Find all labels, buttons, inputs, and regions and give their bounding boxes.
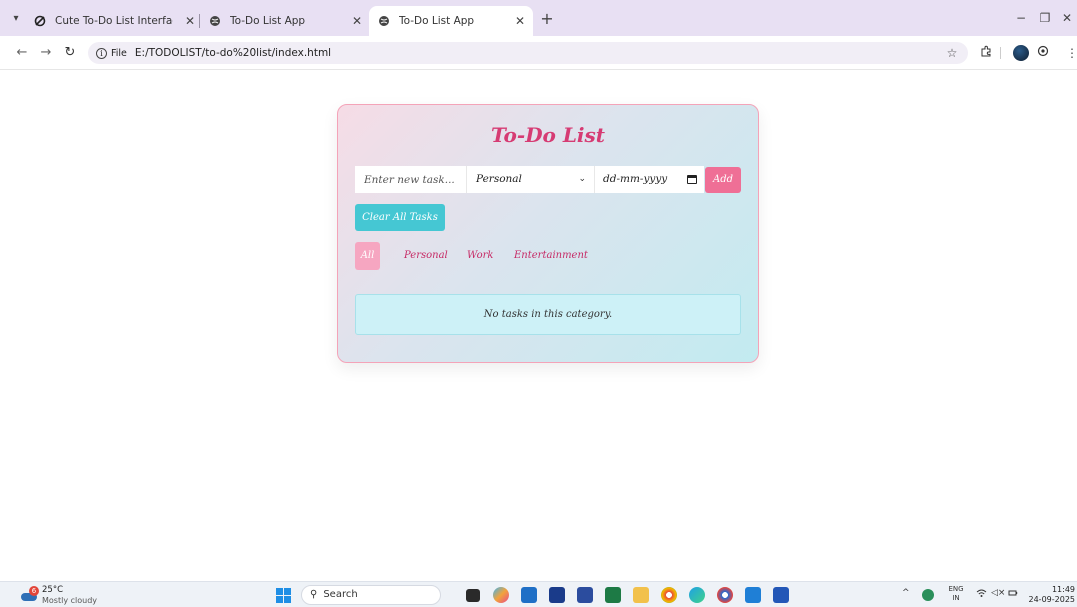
browser-tab-bar: ▾ Cute To-Do List Interface Desig ✕ To-D… xyxy=(0,0,1077,36)
forward-arrow-icon[interactable]: → xyxy=(38,45,54,61)
date-placeholder: dd-mm-yyyy xyxy=(603,173,668,185)
reload-icon[interactable]: ↻ xyxy=(62,45,78,61)
dropbox-app-icon[interactable] xyxy=(549,587,565,603)
minimize-icon[interactable]: − xyxy=(1013,10,1029,26)
todo-card: To-Do List Personal ⌄ dd-mm-yyyy Add Cle… xyxy=(337,104,759,363)
excel-app-icon[interactable] xyxy=(605,587,621,603)
chrome-app-icon[interactable] xyxy=(661,587,677,603)
close-tab-icon[interactable]: ✕ xyxy=(350,14,364,28)
close-tab-icon[interactable]: ✕ xyxy=(183,14,197,28)
copilot-app-icon[interactable] xyxy=(493,587,509,603)
tab-title: To-Do List App xyxy=(399,15,475,27)
empty-state-message: No tasks in this category. xyxy=(355,294,741,335)
browser-toolbar: ← → ↻ i File E:/TODOLIST/to-do%20list/in… xyxy=(0,36,1077,70)
language-region: IN xyxy=(952,594,960,602)
globe-icon xyxy=(377,14,391,28)
chrome-profile-app-icon[interactable] xyxy=(717,587,733,603)
back-arrow-icon[interactable]: ← xyxy=(14,45,30,61)
category-selected-value: Personal xyxy=(476,173,522,185)
language-code: ENG xyxy=(948,585,964,593)
store-app-icon[interactable] xyxy=(521,587,537,603)
chevron-down-icon: ⌄ xyxy=(578,174,586,184)
filter-all[interactable]: All xyxy=(355,242,380,270)
clock-date: 24-09-2025 xyxy=(1028,595,1076,604)
windows-start-icon[interactable] xyxy=(276,588,291,603)
copilot-icon[interactable] xyxy=(1035,45,1051,61)
tab-todo-app-1[interactable]: To-Do List App ✕ xyxy=(208,6,363,36)
word-app-icon[interactable] xyxy=(773,587,789,603)
weather-temperature[interactable]: 25°C xyxy=(42,585,63,595)
system-clock[interactable]: 11:49 24-09-2025 xyxy=(1023,585,1076,605)
weather-icon[interactable]: 6 xyxy=(20,586,39,604)
file-explorer-icon[interactable] xyxy=(633,587,649,603)
weather-description[interactable]: Mostly cloudy xyxy=(42,596,97,605)
extensions-icon[interactable] xyxy=(978,45,994,61)
search-icon: ⚲ xyxy=(310,589,318,600)
volume-muted-icon[interactable]: ◁× xyxy=(991,588,1005,598)
show-hidden-icons-chevron-icon[interactable]: ^ xyxy=(902,588,910,598)
taskbar-search[interactable]: ⚲ Search xyxy=(301,585,441,605)
clear-all-tasks-button[interactable]: Clear All Tasks xyxy=(355,204,445,231)
tab-title: To-Do List App xyxy=(230,15,306,27)
site-favicon-icon xyxy=(33,14,47,28)
tab-search-chevron-icon[interactable]: ▾ xyxy=(8,12,24,26)
tab-cute-todo-design[interactable]: Cute To-Do List Interface Desig ✕ xyxy=(33,6,196,36)
filter-work[interactable]: Work xyxy=(467,242,493,270)
more-menu-icon[interactable]: ⋮ xyxy=(1064,45,1077,61)
scheme-chip[interactable]: File xyxy=(111,48,127,59)
globe-icon xyxy=(208,14,222,28)
filter-entertainment[interactable]: Entertainment xyxy=(514,242,588,270)
add-task-button[interactable]: Add xyxy=(705,167,741,193)
toolbar-divider xyxy=(1000,47,1001,59)
info-icon[interactable]: i xyxy=(96,47,107,59)
restore-icon[interactable]: ❐ xyxy=(1037,10,1053,26)
weather-badge: 6 xyxy=(29,586,39,596)
url-text[interactable]: E:/TODOLIST/to-do%20list/index.html xyxy=(135,47,331,59)
tab-todo-app-active[interactable]: To-Do List App ✕ xyxy=(369,6,533,36)
page-title: To-Do List xyxy=(490,123,606,147)
close-window-icon[interactable]: ✕ xyxy=(1059,10,1075,26)
tray-app-icon[interactable] xyxy=(922,589,934,601)
profile-avatar[interactable] xyxy=(1013,45,1029,61)
windows-taskbar: 6 25°C Mostly cloudy ⚲ Search ^ ENG IN ◁×… xyxy=(0,581,1077,607)
tab-divider xyxy=(199,14,200,28)
calendar-icon[interactable] xyxy=(687,175,697,184)
new-task-input[interactable] xyxy=(355,166,466,193)
wifi-icon[interactable] xyxy=(976,588,987,601)
clock-time: 11:49 xyxy=(1051,585,1075,594)
category-select[interactable]: Personal ⌄ xyxy=(466,166,594,193)
bookmark-star-icon[interactable]: ☆ xyxy=(944,45,960,61)
calculator-app-icon[interactable] xyxy=(577,587,593,603)
task-view-icon[interactable] xyxy=(466,589,480,602)
language-indicator[interactable]: ENG IN xyxy=(944,585,968,603)
search-label: Search xyxy=(323,589,358,600)
vscode-app-icon[interactable] xyxy=(745,587,761,603)
new-tab-button[interactable]: + xyxy=(539,11,555,27)
filter-personal[interactable]: Personal xyxy=(404,242,448,270)
address-bar[interactable]: i File E:/TODOLIST/to-do%20list/index.ht… xyxy=(88,42,968,64)
battery-icon[interactable] xyxy=(1008,588,1018,601)
tab-title: Cute To-Do List Interface Desig xyxy=(55,15,173,27)
close-tab-icon[interactable]: ✕ xyxy=(513,14,527,28)
due-date-input[interactable]: dd-mm-yyyy xyxy=(594,166,704,193)
edge-app-icon[interactable] xyxy=(689,587,705,603)
